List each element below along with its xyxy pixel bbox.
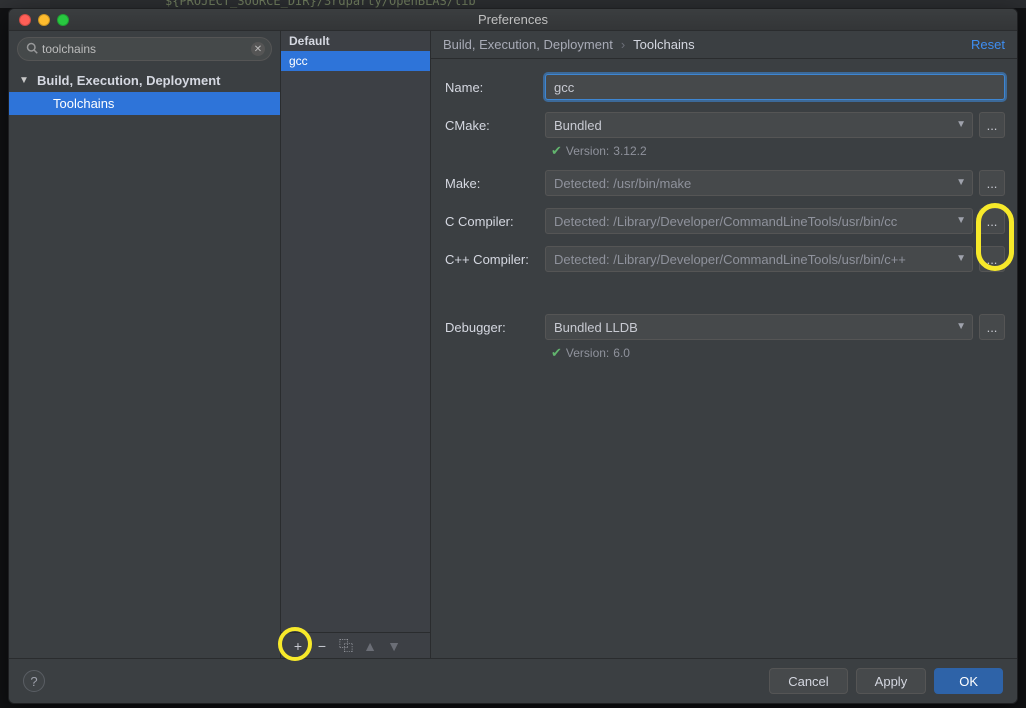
toolchain-form: Name: CMake: Bundled ▼ ...	[431, 59, 1017, 658]
cmake-version: ✔ Version: 3.12.2	[545, 143, 1005, 159]
remove-toolchain-button[interactable]: −	[311, 635, 333, 657]
maximize-icon[interactable]	[57, 14, 69, 26]
c-compiler-value: Detected: /Library/Developer/CommandLine…	[554, 214, 897, 229]
tree-item-label: Build, Execution, Deployment	[33, 73, 220, 88]
debugger-browse-button[interactable]: ...	[979, 314, 1005, 340]
breadcrumb-parent[interactable]: Build, Execution, Deployment	[443, 37, 613, 52]
reset-link[interactable]: Reset	[971, 37, 1005, 52]
add-toolchain-button[interactable]: +	[287, 635, 309, 657]
chevron-down-icon: ▼	[956, 119, 966, 130]
close-icon[interactable]	[19, 14, 31, 26]
clear-search-icon[interactable]: ✕	[251, 42, 265, 56]
toolchain-list-panel: Default gcc + − ⿻ ▲ ▼	[281, 31, 431, 658]
window-title: Preferences	[478, 12, 548, 27]
cxx-compiler-select[interactable]: Detected: /Library/Developer/CommandLine…	[545, 246, 973, 272]
titlebar[interactable]: Preferences	[9, 9, 1017, 31]
move-up-button[interactable]: ▲	[359, 635, 381, 657]
make-browse-button[interactable]: ...	[979, 170, 1005, 196]
make-label: Make:	[445, 176, 545, 191]
toolchain-list: Default gcc	[281, 31, 430, 632]
ok-button[interactable]: OK	[934, 668, 1003, 694]
breadcrumb: Build, Execution, Deployment › Toolchain…	[431, 31, 1017, 59]
check-icon: ✔	[551, 345, 562, 361]
cxx-compiler-label: C++ Compiler:	[445, 252, 545, 267]
search-field[interactable]: ✕	[17, 37, 272, 61]
help-button[interactable]: ?	[23, 670, 45, 692]
backdrop-code: ${PROJECT_SOURCE_DIR}/3rdparty/OpenBLAS/…	[165, 0, 476, 8]
c-compiler-select[interactable]: Detected: /Library/Developer/CommandLine…	[545, 208, 973, 234]
debugger-select[interactable]: Bundled LLDB ▼	[545, 314, 973, 340]
settings-tree: ▼ Build, Execution, Deployment Toolchain…	[9, 67, 280, 658]
window-controls	[19, 14, 69, 26]
main-panel: Build, Execution, Deployment › Toolchain…	[431, 31, 1017, 658]
copy-toolchain-button[interactable]: ⿻	[335, 635, 357, 657]
chevron-down-icon: ▼	[956, 215, 966, 226]
cmake-label: CMake:	[445, 118, 545, 133]
make-value: Detected: /usr/bin/make	[554, 176, 691, 191]
c-compiler-label: C Compiler:	[445, 214, 545, 229]
breadcrumb-separator-icon: ›	[621, 37, 625, 52]
tree-item-build-execution-deployment[interactable]: ▼ Build, Execution, Deployment	[9, 69, 280, 92]
toolchain-default-label: Default	[281, 31, 430, 51]
body: ✕ ▼ Build, Execution, Deployment Toolcha…	[9, 31, 1017, 659]
debugger-label: Debugger:	[445, 320, 545, 335]
debugger-value: Bundled LLDB	[554, 320, 638, 335]
search-icon	[26, 42, 38, 57]
backdrop: ${PROJECT_SOURCE_DIR}/3rdparty/OpenBLAS/…	[0, 0, 1026, 8]
toolchain-toolbar: + − ⿻ ▲ ▼	[281, 632, 430, 658]
cxx-compiler-value: Detected: /Library/Developer/CommandLine…	[554, 252, 906, 267]
backdrop-gutter	[0, 0, 50, 8]
cmake-value: Bundled	[554, 118, 602, 133]
check-icon: ✔	[551, 143, 562, 159]
cancel-button[interactable]: Cancel	[769, 668, 847, 694]
cmake-browse-button[interactable]: ...	[979, 112, 1005, 138]
tree-item-toolchains[interactable]: Toolchains	[9, 92, 280, 115]
chevron-down-icon: ▼	[19, 75, 31, 86]
make-select[interactable]: Detected: /usr/bin/make ▼	[545, 170, 973, 196]
breadcrumb-current: Toolchains	[633, 37, 694, 52]
chevron-down-icon: ▼	[956, 321, 966, 332]
sidebar: ✕ ▼ Build, Execution, Deployment Toolcha…	[9, 31, 281, 658]
toolchain-item-gcc[interactable]: gcc	[281, 51, 430, 71]
cxx-compiler-browse-button[interactable]: ...	[979, 246, 1005, 272]
chevron-down-icon: ▼	[956, 177, 966, 188]
move-down-button[interactable]: ▼	[383, 635, 405, 657]
search-input[interactable]	[42, 42, 263, 56]
name-input[interactable]	[545, 74, 1005, 100]
minimize-icon[interactable]	[38, 14, 50, 26]
preferences-window: Preferences ✕ ▼ Build, Execution, Deploy…	[8, 8, 1018, 704]
apply-button[interactable]: Apply	[856, 668, 927, 694]
footer: ? Cancel Apply OK	[9, 659, 1017, 703]
tree-item-label: Toolchains	[49, 96, 114, 111]
name-label: Name:	[445, 80, 545, 95]
cmake-select[interactable]: Bundled ▼	[545, 112, 973, 138]
c-compiler-browse-button[interactable]: ...	[979, 208, 1005, 234]
debugger-version: ✔ Version: 6.0	[545, 345, 1005, 361]
chevron-down-icon: ▼	[956, 253, 966, 264]
